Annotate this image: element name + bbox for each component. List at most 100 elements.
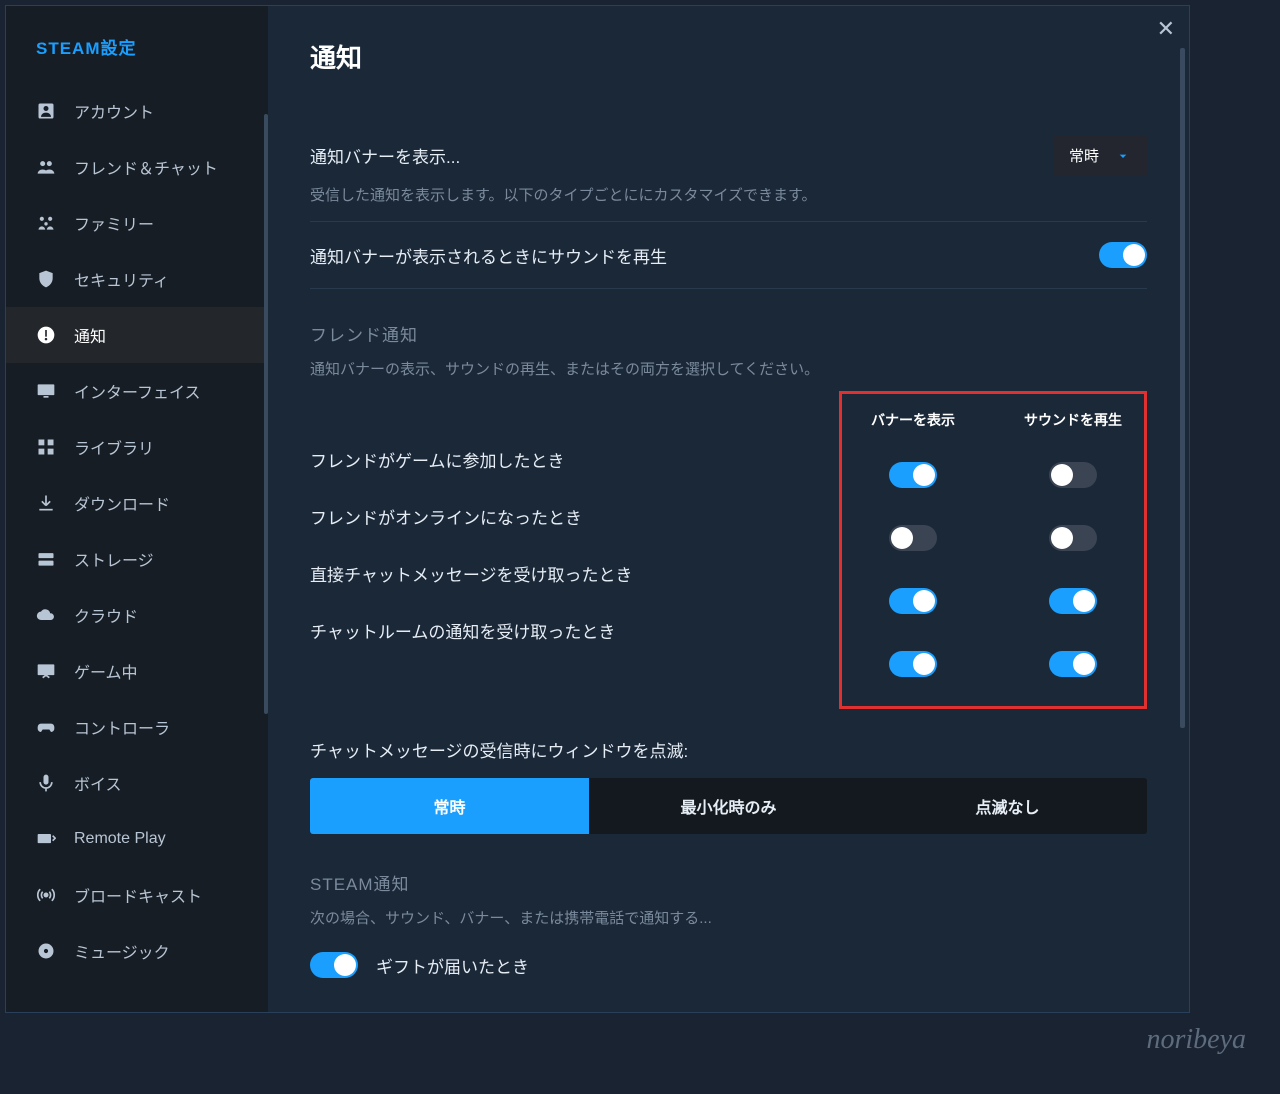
- banner-toggle[interactable]: [889, 588, 937, 614]
- sidebar-item-account[interactable]: アカウント: [6, 83, 268, 139]
- friend-row-label: フレンドがゲームに参加したとき: [310, 447, 839, 472]
- sidebar-item-label: インターフェイス: [74, 379, 201, 403]
- sidebar-item-storage[interactable]: ストレージ: [6, 531, 268, 587]
- friend-toggle-row: [858, 635, 1128, 698]
- sidebar-item-ingame[interactable]: ゲーム中: [6, 643, 268, 699]
- cloud-icon: [36, 605, 56, 625]
- friend-row: フレンドがオンラインになったとき: [310, 488, 839, 545]
- dropdown-value: 常時: [1069, 145, 1099, 166]
- flash-option-2[interactable]: 点滅なし: [868, 778, 1147, 834]
- friend-row: フレンドがゲームに参加したとき: [310, 431, 839, 488]
- divider: [310, 221, 1147, 222]
- sidebar-item-label: アカウント: [74, 99, 154, 123]
- sidebar-item-broadcast[interactable]: ブロードキャスト: [6, 867, 268, 923]
- sidebar-item-label: セキュリティ: [74, 267, 169, 291]
- sidebar-item-label: ミュージック: [74, 939, 170, 963]
- notification-icon: [36, 325, 56, 345]
- friends-icon: [36, 157, 56, 177]
- main-panel: 通知 通知バナーを表示... 常時 受信した通知を表示します。以下のタイプごとに…: [268, 6, 1189, 1012]
- banner-toggle[interactable]: [889, 651, 937, 677]
- sidebar-item-label: ゲーム中: [74, 659, 138, 683]
- flash-segmented: 常時最小化時のみ点滅なし: [310, 778, 1147, 834]
- sound-toggle[interactable]: [1099, 242, 1147, 268]
- sound-toggle[interactable]: [1049, 588, 1097, 614]
- chevron-down-icon: [1115, 148, 1131, 164]
- music-icon: [36, 941, 56, 961]
- shield-icon: [36, 269, 56, 289]
- gift-row: ギフトが届いたとき: [310, 952, 1147, 978]
- banner-toggle[interactable]: [889, 525, 937, 551]
- sidebar-item-music[interactable]: ミュージック: [6, 923, 268, 979]
- flash-option-0[interactable]: 常時: [310, 778, 589, 834]
- broadcast-icon: [36, 885, 56, 905]
- storage-icon: [36, 549, 56, 569]
- watermark: noribeya: [1146, 1024, 1246, 1056]
- banner-display-row: 通知バナーを表示... 常時: [310, 121, 1147, 190]
- friend-row: 直接チャットメッセージを受け取ったとき: [310, 545, 839, 602]
- banner-display-label: 通知バナーを表示...: [310, 143, 460, 168]
- sidebar-item-library[interactable]: ライブラリ: [6, 419, 268, 475]
- library-icon: [36, 437, 56, 457]
- sound-toggle[interactable]: [1049, 462, 1097, 488]
- sidebar-item-shield[interactable]: セキュリティ: [6, 251, 268, 307]
- flash-option-1[interactable]: 最小化時のみ: [589, 778, 868, 834]
- sidebar-item-label: ファミリー: [74, 211, 154, 235]
- sound-toggle[interactable]: [1049, 651, 1097, 677]
- sidebar-title: STEAM設定: [6, 18, 268, 83]
- steam-notif-title: STEAM通知: [310, 870, 1147, 895]
- sidebar-item-download[interactable]: ダウンロード: [6, 475, 268, 531]
- sound-row-label: 通知バナーが表示されるときにサウンドを再生: [310, 243, 667, 268]
- mic-icon: [36, 773, 56, 793]
- sidebar-item-label: クラウド: [74, 603, 138, 627]
- flash-label: チャットメッセージの受信時にウィンドウを点滅:: [310, 737, 1147, 762]
- friend-toggle-row: [858, 572, 1128, 635]
- sound-toggle[interactable]: [1049, 525, 1097, 551]
- banner-toggle[interactable]: [889, 462, 937, 488]
- sidebar-item-label: 通知: [74, 323, 106, 347]
- banner-display-dropdown[interactable]: 常時: [1053, 135, 1147, 176]
- sidebar: STEAM設定 アカウントフレンド＆チャットファミリーセキュリティ通知インターフ…: [6, 6, 268, 1012]
- friend-toggle-row: [858, 446, 1128, 509]
- sidebar-item-friends[interactable]: フレンド＆チャット: [6, 139, 268, 195]
- sidebar-item-remote[interactable]: Remote Play: [6, 811, 268, 867]
- sidebar-item-controller[interactable]: コントローラ: [6, 699, 268, 755]
- sidebar-item-cloud[interactable]: クラウド: [6, 587, 268, 643]
- friend-row-label: フレンドがオンラインになったとき: [310, 504, 839, 529]
- friend-row-label: チャットルームの通知を受け取ったとき: [310, 618, 839, 643]
- sidebar-item-label: ライブラリ: [74, 435, 154, 459]
- gift-toggle[interactable]: [310, 952, 358, 978]
- sidebar-item-label: Remote Play: [74, 830, 166, 848]
- friend-row: チャットルームの通知を受け取ったとき: [310, 602, 839, 659]
- divider: [310, 288, 1147, 289]
- sidebar-item-mic[interactable]: ボイス: [6, 755, 268, 811]
- friend-header: バナーを表示 サウンドを再生: [858, 402, 1128, 446]
- banner-display-desc: 受信した通知を表示します。以下のタイプごとににカスタマイズできます。: [310, 184, 1147, 205]
- sound-row: 通知バナーが表示されるときにサウンドを再生: [310, 228, 1147, 282]
- friend-section-desc: 通知バナーの表示、サウンドの再生、またはその両方を選択してください。: [310, 358, 1147, 379]
- gift-label: ギフトが届いたとき: [376, 953, 529, 978]
- ingame-icon: [36, 661, 56, 681]
- col-banner-header: バナーを表示: [858, 410, 968, 430]
- friend-toggle-highlight: バナーを表示 サウンドを再生: [839, 391, 1147, 709]
- sidebar-item-label: ダウンロード: [74, 491, 170, 515]
- account-icon: [36, 101, 56, 121]
- sidebar-item-notification[interactable]: 通知: [6, 307, 268, 363]
- friend-toggle-row: [858, 509, 1128, 572]
- controller-icon: [36, 717, 56, 737]
- col-sound-header: サウンドを再生: [1018, 410, 1128, 430]
- sidebar-item-label: ストレージ: [74, 547, 154, 571]
- sidebar-item-family[interactable]: ファミリー: [6, 195, 268, 251]
- sidebar-item-label: フレンド＆チャット: [74, 155, 218, 179]
- download-icon: [36, 493, 56, 513]
- sidebar-item-label: ブロードキャスト: [74, 883, 202, 907]
- friend-row-label: 直接チャットメッセージを受け取ったとき: [310, 561, 839, 586]
- steam-notif-desc: 次の場合、サウンド、バナー、または携帯電話で通知する...: [310, 907, 1147, 928]
- family-icon: [36, 213, 56, 233]
- page-title: 通知: [310, 38, 1147, 75]
- friend-section-title: フレンド通知: [310, 321, 1147, 346]
- sidebar-item-monitor[interactable]: インターフェイス: [6, 363, 268, 419]
- close-button[interactable]: ✕: [1157, 16, 1175, 42]
- main-scrollbar[interactable]: [1180, 48, 1185, 728]
- sidebar-item-label: コントローラ: [74, 715, 170, 739]
- monitor-icon: [36, 381, 56, 401]
